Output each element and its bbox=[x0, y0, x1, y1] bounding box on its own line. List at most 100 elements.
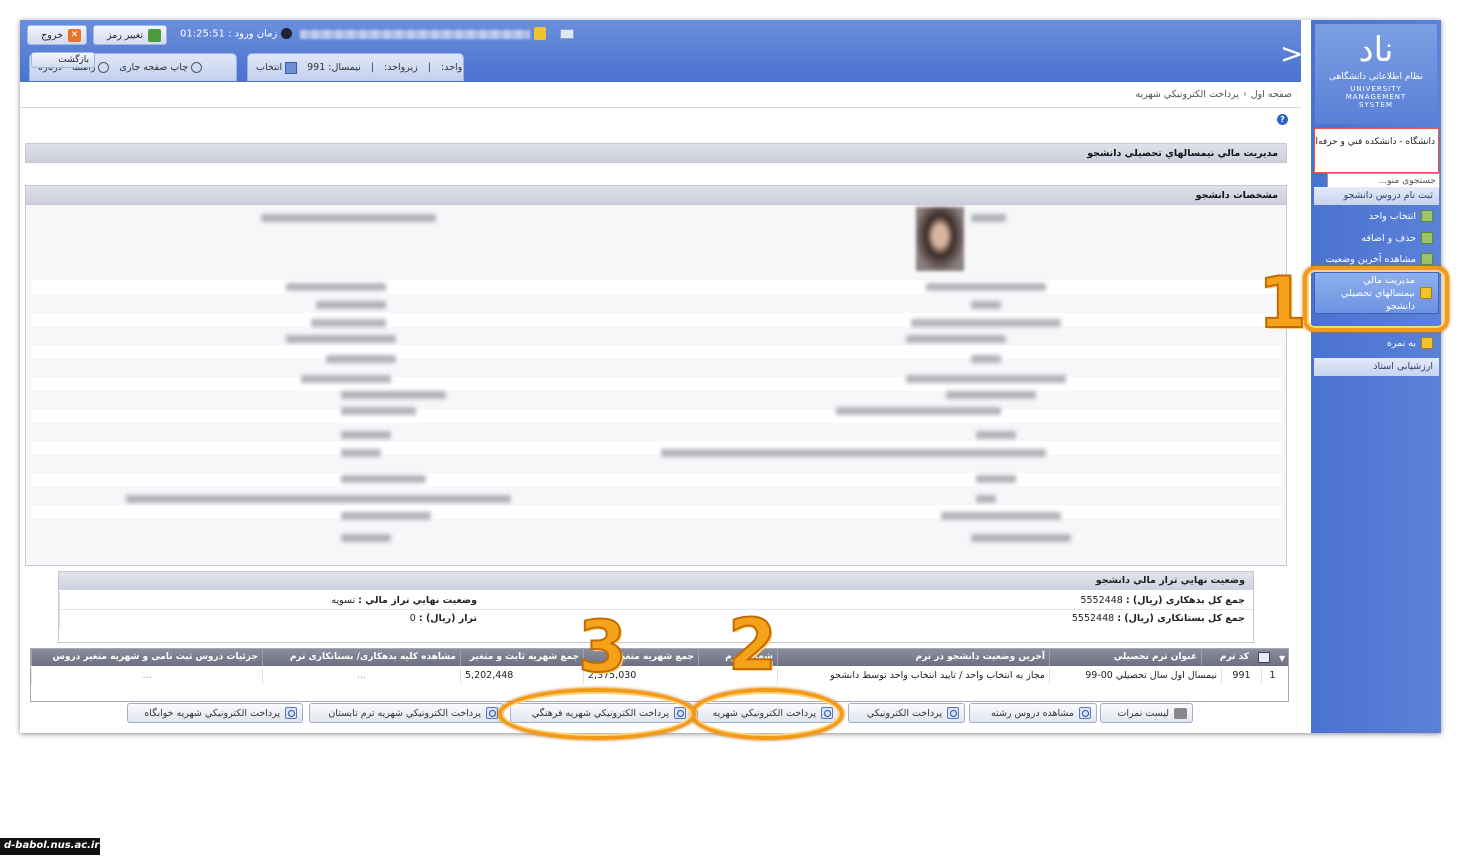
university-name: دانشگاه - دانشكده فني و حرفه‌اي bbox=[1314, 128, 1439, 173]
student-section-title: مشخصات دانشجو bbox=[25, 185, 1287, 205]
redacted-text bbox=[311, 319, 386, 327]
printer-icon bbox=[1174, 707, 1187, 719]
term-status-cell: مجاز به انتخاب واحد / تاييد انتخاب واحد … bbox=[777, 668, 1049, 684]
chevron-left-icon: ‹ bbox=[1242, 89, 1247, 100]
row-index: 1 bbox=[1261, 668, 1283, 684]
redacted-text bbox=[126, 495, 511, 503]
redacted-text bbox=[971, 214, 1006, 222]
login-time: زمان ورود : 01:25:51 bbox=[180, 28, 292, 40]
status-icon bbox=[1421, 253, 1433, 265]
clock-icon bbox=[280, 28, 292, 39]
app-logo: ناد نظام اطلاعاتی دانشگاهی UNIVERSITY MA… bbox=[1315, 24, 1437, 124]
back-button[interactable]: بازگشت bbox=[31, 52, 95, 68]
term-code-cell[interactable]: 991 bbox=[1221, 668, 1261, 684]
user-icon bbox=[534, 27, 546, 40]
redacted-text bbox=[341, 407, 416, 415]
redacted-text bbox=[911, 319, 1061, 327]
search-icon bbox=[947, 707, 959, 719]
logout-button[interactable]: ✕ خروج bbox=[27, 25, 87, 45]
redacted-text bbox=[971, 355, 1001, 363]
mail-icon bbox=[560, 29, 574, 39]
redacted-text bbox=[316, 301, 386, 309]
print-icon bbox=[191, 62, 203, 73]
sidebar-section-registration[interactable]: ثبت نام دروس دانشجو bbox=[1314, 187, 1439, 205]
view-major-courses-button[interactable]: مشاهده دروس رشته bbox=[969, 703, 1097, 723]
breadcrumb: صفحه اول ‹پرداخت الكترونيكي شهريه bbox=[1100, 89, 1292, 100]
search-icon bbox=[1079, 707, 1091, 719]
course-details-link[interactable]: ... bbox=[31, 668, 262, 684]
add-drop-icon bbox=[1421, 232, 1433, 244]
callout-highlight-tuition bbox=[690, 688, 844, 740]
financial-status-title: وضعيت نهايي تراز مالي دانشجو bbox=[59, 572, 1253, 590]
sidebar-section-evaluation[interactable]: ارزشيابی استاد bbox=[1314, 358, 1439, 376]
chevron-right-icon[interactable]: > bbox=[1280, 40, 1303, 68]
redacted-text bbox=[341, 534, 391, 542]
breadcrumb-home[interactable]: صفحه اول bbox=[1251, 89, 1292, 100]
user-name-blurred bbox=[300, 30, 530, 39]
redacted-text bbox=[836, 407, 1001, 415]
electronic-payment-button[interactable]: پرداخت الكترونيكي bbox=[848, 703, 965, 723]
change-password-button[interactable]: تغيير رمز bbox=[93, 25, 167, 45]
info-row bbox=[32, 409, 1282, 423]
callout-number-2: 2 bbox=[727, 604, 778, 686]
redacted-text bbox=[286, 335, 396, 343]
redacted-text bbox=[941, 512, 1061, 520]
redacted-text bbox=[946, 391, 1036, 399]
redacted-text bbox=[261, 214, 436, 222]
redacted-text bbox=[341, 512, 431, 520]
breadcrumb-current: پرداخت الكترونيكي شهريه bbox=[1135, 89, 1239, 100]
info-row bbox=[32, 345, 1282, 359]
sort-icon[interactable]: ▼ bbox=[1279, 654, 1285, 663]
column-header[interactable]: مشاهده كليه بدهكاری/ بستانكاری ترم bbox=[262, 649, 460, 666]
redacted-text bbox=[976, 431, 1016, 439]
grades-list-button[interactable]: ليست نمرات bbox=[1100, 703, 1193, 723]
redacted-text bbox=[341, 475, 426, 483]
callout-number-1: 1 bbox=[1257, 262, 1308, 344]
term-title-cell: نيمسال اول سال تحصيلي 00-99 bbox=[1049, 668, 1221, 684]
balance: تراز (ريال) : 0 bbox=[59, 610, 657, 628]
grades-icon bbox=[1421, 337, 1433, 349]
column-header[interactable]: جمع شهريه ثابت و متغير bbox=[460, 649, 583, 666]
columns-icon[interactable] bbox=[1258, 652, 1270, 663]
column-header[interactable]: كد ترم bbox=[1201, 649, 1253, 666]
redacted-text bbox=[326, 355, 396, 363]
close-icon: ✕ bbox=[68, 28, 81, 42]
info-row bbox=[32, 441, 1282, 455]
redacted-text bbox=[906, 335, 1006, 343]
final-status: وضعيت نهايي تراز مالي : تسويه bbox=[59, 592, 657, 610]
redacted-text bbox=[341, 449, 381, 457]
term-tab[interactable]: واحد: | زيرواحد: | نيمسال: 991 انتخاب bbox=[247, 53, 464, 81]
search-icon bbox=[486, 707, 498, 719]
callout-number-3: 3 bbox=[577, 606, 628, 688]
student-photo bbox=[916, 207, 964, 271]
sidebar bbox=[1311, 20, 1441, 733]
sidebar-item-grades[interactable]: به نمره bbox=[1314, 333, 1439, 353]
print-button[interactable]: چاپ صفحه جاری bbox=[119, 62, 203, 73]
callout-highlight-sidebar bbox=[1303, 266, 1449, 332]
summer-tuition-payment-button[interactable]: پرداخت الكترونيكي شهريه ترم تابستان bbox=[309, 703, 504, 723]
column-header[interactable]: جزئيات دروس ثبت نامی و شهريه متغير دروس bbox=[31, 649, 262, 666]
info-row bbox=[32, 377, 1282, 391]
callout-highlight-cultural bbox=[498, 688, 696, 740]
sidebar-item-add-drop[interactable]: حذف و اضافه bbox=[1314, 228, 1439, 248]
divider bbox=[20, 107, 1301, 108]
column-header[interactable]: عنوان ترم تحصيلي bbox=[1049, 649, 1201, 666]
search-icon bbox=[285, 707, 297, 719]
select-term-button[interactable]: انتخاب bbox=[256, 61, 298, 74]
question-icon bbox=[98, 62, 110, 73]
dorm-tuition-payment-button[interactable]: پرداخت الكترونيكي شهريه خوابگاه bbox=[127, 703, 303, 723]
redacted-text bbox=[976, 495, 996, 503]
redacted-text bbox=[286, 283, 386, 291]
redacted-text bbox=[926, 283, 1046, 291]
info-row bbox=[32, 473, 1282, 487]
redacted-text bbox=[906, 375, 1066, 383]
redacted-text bbox=[971, 534, 1071, 542]
view-debts-link[interactable]: ... bbox=[262, 668, 460, 684]
info-row bbox=[32, 505, 1282, 519]
help-icon[interactable]: ? bbox=[1277, 114, 1288, 125]
grid-icon bbox=[285, 61, 298, 74]
column-header[interactable]: آخرين وضعيت دانشجو در ترم bbox=[777, 649, 1049, 666]
redacted-text bbox=[301, 375, 391, 383]
redacted-text bbox=[661, 449, 1046, 457]
sidebar-item-course-selection[interactable]: انتخاب واحد bbox=[1314, 206, 1439, 226]
